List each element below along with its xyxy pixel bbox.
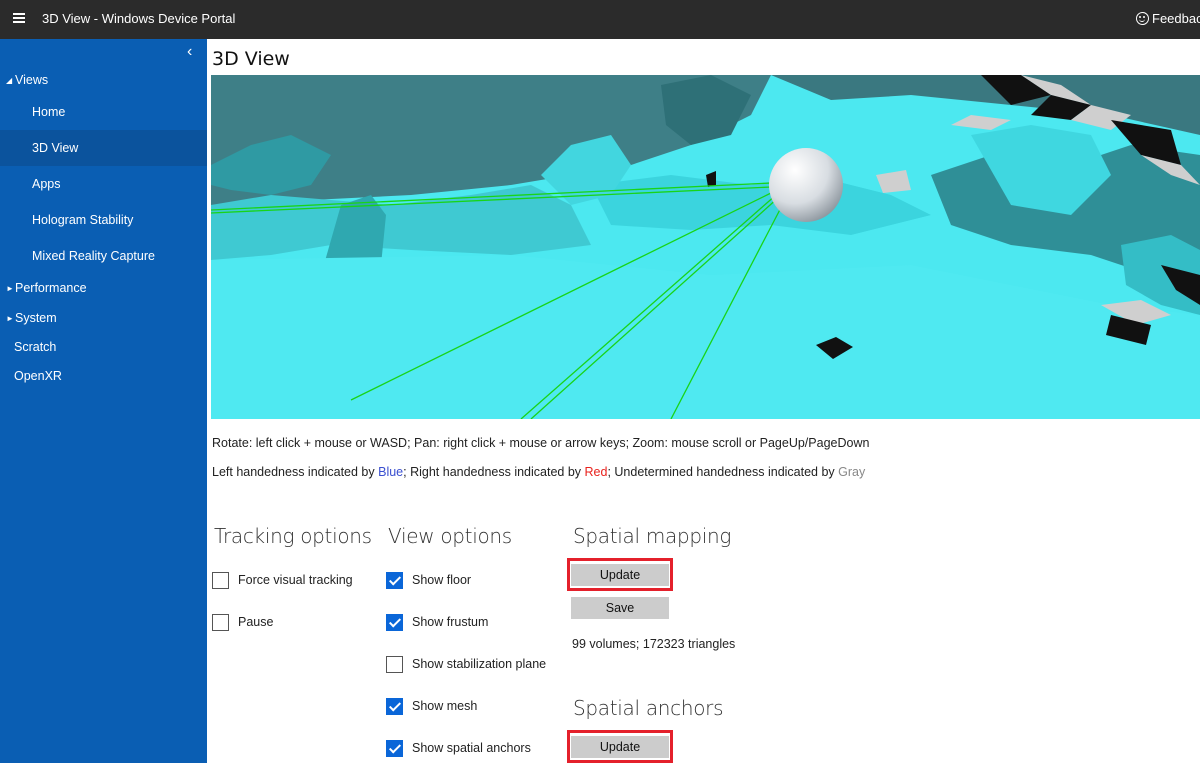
app-title: 3D View - Windows Device Portal <box>42 11 236 26</box>
sidebar-item-label: 3D View <box>32 141 79 155</box>
show-mesh-checkbox[interactable]: Show mesh <box>386 697 477 715</box>
handedness-legend: Left handedness indicated by Blue; Right… <box>212 465 865 479</box>
sidebar-item-mixed-reality-capture[interactable]: Mixed Reality Capture <box>0 238 207 274</box>
checkbox-box[interactable] <box>386 571 403 589</box>
force-visual-tracking-checkbox[interactable]: Force visual tracking <box>212 571 353 589</box>
spatial-mapping-heading: Spatial mapping <box>573 524 732 548</box>
spatial-anchors-heading: Spatial anchors <box>573 696 724 720</box>
show-floor-checkbox[interactable]: Show floor <box>386 571 471 589</box>
sidebar-item-scratch[interactable]: Scratch <box>14 340 56 354</box>
show-frustum-checkbox[interactable]: Show frustum <box>386 613 488 631</box>
device-sphere <box>769 148 843 222</box>
checkbox-label: Show spatial anchors <box>412 741 531 755</box>
nav-group-label: System <box>15 311 57 325</box>
checkbox-box[interactable] <box>212 613 229 631</box>
checkbox-label: Pause <box>238 615 274 629</box>
feedback-button[interactable]: Feedback <box>1136 11 1200 26</box>
feedback-label: Feedback <box>1152 11 1200 26</box>
tracking-options-heading: Tracking options <box>214 524 372 548</box>
spatial-mapping-update-button[interactable]: Update <box>571 564 669 586</box>
collapse-sidebar-icon[interactable]: ‹ <box>187 43 192 61</box>
3d-viewport[interactable] <box>211 75 1200 419</box>
sidebar-item-label: Apps <box>32 177 61 191</box>
checkbox-box[interactable] <box>386 613 403 631</box>
collapsed-arrow-icon: ► <box>6 284 14 293</box>
nav-group-system[interactable]: ►System <box>6 311 57 325</box>
sidebar-item-label: Home <box>32 105 66 119</box>
smiley-icon <box>1136 12 1149 25</box>
title-bar: 3D View - Windows Device Portal Feedback <box>0 0 1200 39</box>
checkbox-box[interactable] <box>212 571 229 589</box>
nav-group-label: Views <box>15 73 49 87</box>
handedness-undetermined-text: ; Undetermined handedness indicated by <box>607 465 839 479</box>
handedness-undetermined-color: Gray <box>838 465 866 479</box>
checkbox-label: Show mesh <box>412 699 478 713</box>
sidebar-item-home[interactable]: Home <box>0 94 207 130</box>
sidebar-item-label: Mixed Reality Capture <box>32 249 155 263</box>
view-options-heading: View options <box>388 524 512 548</box>
sidebar-item-3d-view[interactable]: 3D View <box>0 130 207 166</box>
nav-group-label: Performance <box>15 281 87 295</box>
checkbox-label: Force visual tracking <box>238 573 353 587</box>
checkbox-box[interactable] <box>386 655 403 673</box>
menu-icon[interactable] <box>13 13 25 25</box>
spatial-anchors-update-button[interactable]: Update <box>571 736 669 758</box>
pause-checkbox[interactable]: Pause <box>212 613 273 631</box>
spatial-mesh-render <box>211 75 1200 419</box>
expanded-arrow-icon: ◢ <box>6 76 13 85</box>
sidebar: ‹ ◢ Views Home 3D View Apps Hologram Stab… <box>0 39 207 763</box>
handedness-left-text: Left handedness indicated by <box>212 465 379 479</box>
nav-group-performance[interactable]: ►Performance <box>6 281 87 295</box>
sidebar-item-hologram-stability[interactable]: Hologram Stability <box>0 202 207 238</box>
sidebar-item-label: Hologram Stability <box>32 213 134 227</box>
handedness-left-color: Blue <box>378 465 404 479</box>
nav-group-views[interactable]: ◢ Views <box>6 73 48 87</box>
sidebar-item-apps[interactable]: Apps <box>0 166 207 202</box>
checkbox-box[interactable] <box>386 739 403 757</box>
checkbox-box[interactable] <box>386 697 403 715</box>
collapsed-arrow-icon: ► <box>6 314 14 323</box>
checkbox-label: Show frustum <box>412 615 489 629</box>
sidebar-item-openxr[interactable]: OpenXR <box>14 369 62 383</box>
handedness-right-color: Red <box>584 465 608 479</box>
show-spatial-anchors-checkbox[interactable]: Show spatial anchors <box>386 739 531 757</box>
mesh-stats: 99 volumes; 172323 triangles <box>572 637 736 651</box>
spatial-mapping-save-button[interactable]: Save <box>571 597 669 619</box>
page-title: 3D View <box>212 48 290 70</box>
checkbox-label: Show stabilization plane <box>412 657 547 671</box>
checkbox-label: Show floor <box>412 573 472 587</box>
controls-help: Rotate: left click + mouse or WASD; Pan:… <box>212 436 870 450</box>
handedness-right-text: ; Right handedness indicated by <box>403 465 585 479</box>
show-stabilization-plane-checkbox[interactable]: Show stabilization plane <box>386 655 546 673</box>
